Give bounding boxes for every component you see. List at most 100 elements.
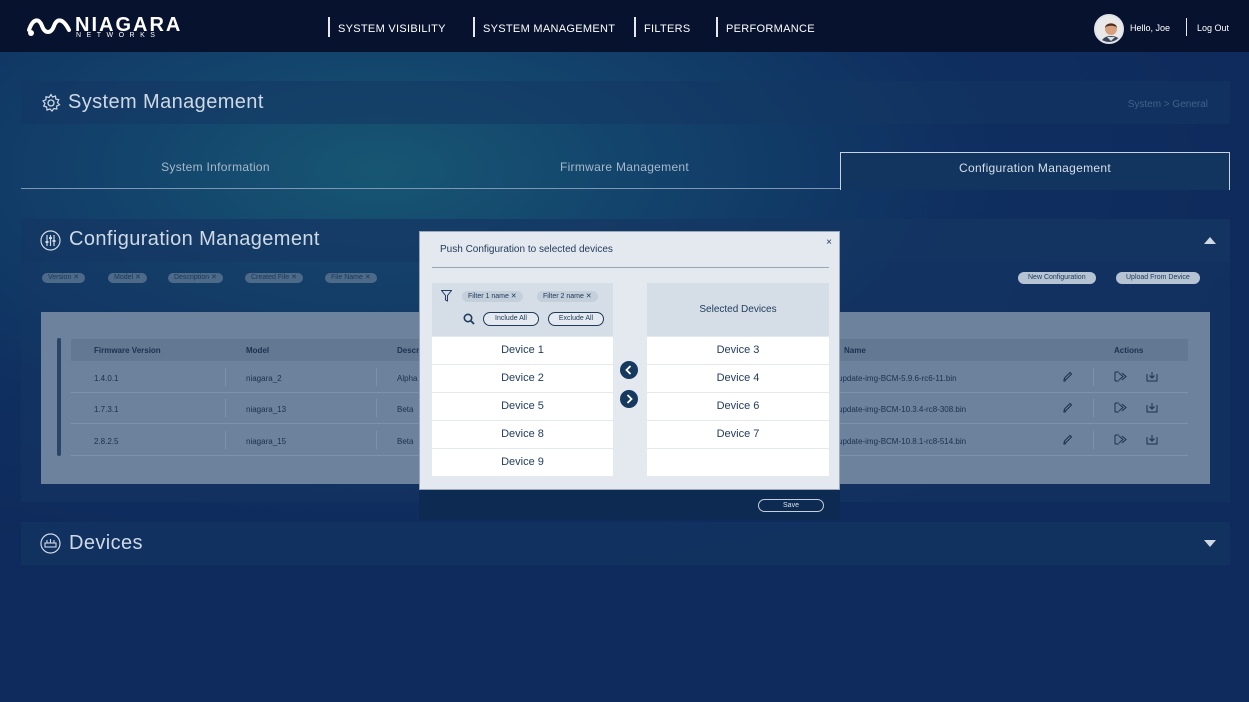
column-divider: [376, 368, 377, 386]
push-config-icon[interactable]: [1114, 402, 1127, 413]
top-navigation-bar: NIAGARA NETWORKS SYSTEM VISIBILITY SYSTE…: [0, 0, 1249, 52]
search-icon[interactable]: [463, 313, 475, 325]
column-header-firmware[interactable]: Firmware Version: [94, 346, 161, 355]
push-config-icon[interactable]: [1114, 434, 1127, 445]
devices-panel-header[interactable]: Devices: [21, 522, 1230, 565]
filter-chip-description[interactable]: Description ✕: [168, 273, 223, 283]
filter-chip-created-file[interactable]: Created File ✕: [245, 273, 303, 283]
user-avatar[interactable]: [1094, 14, 1124, 44]
tab-bar: System Information Firmware Management C…: [21, 152, 1230, 190]
download-icon[interactable]: [1146, 402, 1158, 413]
upload-from-device-button[interactable]: Upload From Device: [1116, 272, 1200, 284]
cell-file-name: update-img-BCM-10.3.4-rc8-308.bin: [838, 405, 967, 414]
column-header-model[interactable]: Model: [246, 346, 269, 355]
selected-device-item[interactable]: Device 7: [647, 421, 829, 448]
configuration-title: Configuration Management: [69, 228, 320, 250]
column-divider: [1093, 368, 1094, 386]
column-header-file-name[interactable]: Name: [844, 346, 866, 355]
filter-chip-file-name[interactable]: File Name ✕: [325, 273, 377, 283]
column-divider: [1093, 399, 1094, 417]
column-header-description[interactable]: Descr: [397, 346, 419, 355]
modal-title: Push Configuration to selected devices: [440, 244, 613, 255]
available-devices-header: Filter 1 name ✕ Filter 2 name ✕ Include …: [432, 283, 613, 336]
cell-description: Beta: [397, 405, 414, 414]
nav-performance[interactable]: PERFORMANCE: [716, 17, 815, 37]
user-photo-icon: [1096, 16, 1122, 42]
tab-firmware-management[interactable]: Firmware Management: [430, 152, 819, 189]
available-devices-panel: Filter 1 name ✕ Filter 2 name ✕ Include …: [432, 283, 613, 476]
column-divider: [1093, 431, 1094, 449]
chip-label: Created File: [251, 274, 290, 281]
move-left-button[interactable]: [620, 361, 638, 379]
device-router-icon: [40, 533, 61, 554]
column-divider: [225, 368, 226, 386]
selected-device-item[interactable]: Device 6: [647, 393, 829, 420]
selected-device-empty-slot: [647, 449, 829, 476]
move-right-button[interactable]: [620, 390, 638, 408]
chevron-left-icon: [625, 365, 632, 375]
selected-devices-header: Selected Devices: [647, 283, 829, 336]
column-divider: [225, 431, 226, 449]
nav-filters[interactable]: FILTERS: [634, 17, 691, 37]
chip-label: Model: [114, 274, 134, 281]
available-device-item[interactable]: Device 8: [432, 421, 613, 448]
available-device-item[interactable]: Device 9: [432, 449, 613, 476]
nav-system-management[interactable]: SYSTEM MANAGEMENT: [473, 17, 615, 37]
cell-description: Alpha: [397, 374, 418, 383]
chip-label: Version: [48, 274, 72, 281]
tab-system-information[interactable]: System Information: [21, 152, 410, 189]
column-divider: [225, 399, 226, 417]
new-configuration-button[interactable]: New Configuration: [1018, 272, 1096, 284]
save-button[interactable]: Save: [758, 499, 824, 512]
cell-file-name: update-img-BCM-5.9.6-rc6-11.bin: [838, 374, 957, 383]
column-header-actions: Actions: [1114, 346, 1144, 355]
chevron-down-icon[interactable]: [1204, 540, 1216, 547]
gear-icon: [42, 93, 61, 112]
push-configuration-modal: Push Configuration to selected devices ×…: [419, 231, 840, 490]
filter-funnel-icon[interactable]: [441, 290, 452, 302]
table-scrollbar[interactable]: [57, 338, 61, 456]
filter-chip-2[interactable]: Filter 2 name ✕: [537, 291, 598, 302]
modal-divider: [432, 267, 829, 268]
selected-device-item[interactable]: Device 3: [647, 337, 829, 364]
filter-chip-1[interactable]: Filter 1 name ✕: [462, 291, 523, 302]
cell-file-name: update-img-BCM-10.8.1-rc8-514.bin: [838, 437, 967, 446]
column-divider: [376, 399, 377, 417]
chevron-up-icon[interactable]: [1204, 237, 1216, 244]
filter-chip-label: Filter 1 name: [468, 293, 509, 300]
include-all-button[interactable]: Include All: [483, 312, 539, 326]
close-icon[interactable]: ×: [826, 237, 832, 248]
logout-link[interactable]: Log Out: [1197, 23, 1229, 33]
edit-pencil-icon[interactable]: [1062, 434, 1073, 445]
breadcrumb[interactable]: System > General: [1128, 99, 1208, 110]
niagara-logo-mark-icon: [27, 18, 71, 36]
page-title: System Management: [68, 91, 264, 113]
download-icon[interactable]: [1146, 371, 1158, 382]
brand-subtitle: NETWORKS: [76, 32, 161, 39]
exclude-all-button[interactable]: Exclude All: [548, 312, 604, 326]
edit-pencil-icon[interactable]: [1062, 371, 1073, 382]
available-device-item[interactable]: Device 5: [432, 393, 613, 420]
sliders-icon: [40, 230, 61, 251]
niagara-logo[interactable]: NIAGARA NETWORKS: [27, 14, 180, 41]
cell-model: niagara_15: [246, 437, 287, 446]
chip-label: File Name: [331, 274, 363, 281]
filter-chip-version[interactable]: Version ✕: [42, 273, 86, 283]
cell-description: Beta: [397, 437, 414, 446]
selected-device-item[interactable]: Device 4: [647, 365, 829, 392]
selected-devices-panel: Selected Devices Device 3 Device 4 Devic…: [647, 283, 829, 476]
download-icon[interactable]: [1146, 434, 1158, 445]
chevron-right-icon: [626, 394, 633, 404]
available-device-item[interactable]: Device 2: [432, 365, 613, 392]
edit-pencil-icon[interactable]: [1062, 402, 1073, 413]
tab-configuration-management[interactable]: Configuration Management: [840, 152, 1230, 190]
cell-firmware: 2.8.2.5: [94, 437, 119, 446]
cell-model: niagara_2: [246, 374, 282, 383]
header-divider: [1186, 18, 1187, 36]
devices-title: Devices: [69, 532, 143, 554]
nav-system-visibility[interactable]: SYSTEM VISIBILITY: [328, 17, 446, 37]
filter-chip-model[interactable]: Model ✕: [108, 273, 147, 283]
available-device-item[interactable]: Device 1: [432, 337, 613, 364]
cell-firmware: 1.7.3.1: [94, 405, 119, 414]
push-config-icon[interactable]: [1114, 371, 1127, 382]
